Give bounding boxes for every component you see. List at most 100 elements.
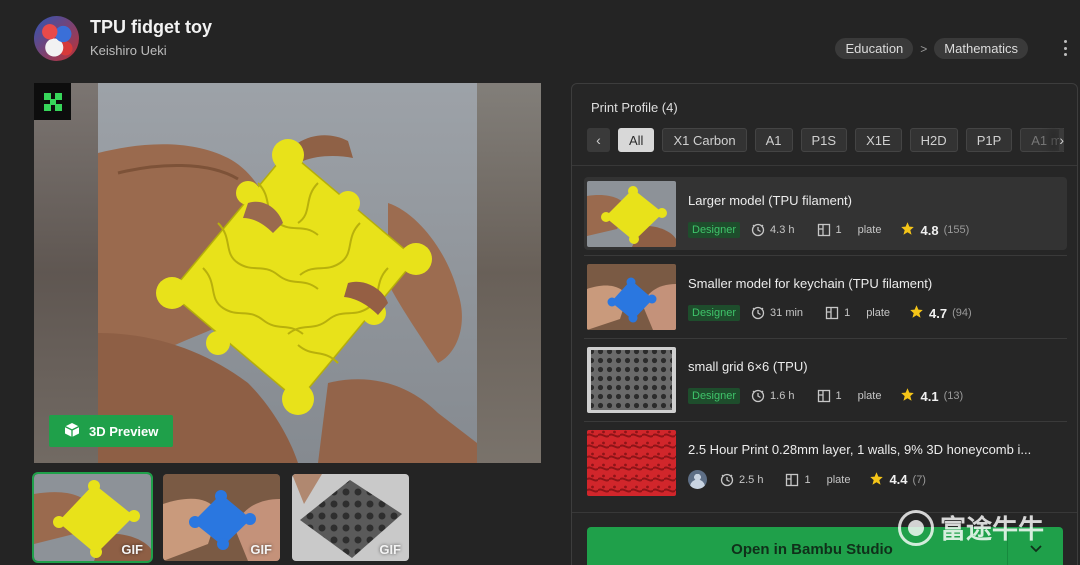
clock-icon bbox=[751, 306, 765, 320]
rating-count: (155) bbox=[943, 224, 970, 236]
breadcrumb-education[interactable]: Education bbox=[835, 38, 914, 59]
profile-row[interactable]: small grid 6×6 (TPU) Designer 1.6 h 1 pl… bbox=[584, 343, 1067, 416]
filter-p1s[interactable]: P1S bbox=[800, 128, 848, 152]
plate-label: plate bbox=[857, 390, 882, 402]
chevron-left-icon[interactable]: ‹ bbox=[587, 128, 610, 152]
gif-badge: GIF bbox=[250, 542, 272, 557]
filter-a1-mini[interactable]: A1 mini bbox=[1020, 128, 1064, 152]
profile-meta: Designer 1.6 h 1 plate 4.1 (13) bbox=[688, 387, 963, 405]
filter-x1-carbon[interactable]: X1 Carbon bbox=[662, 128, 747, 152]
plate-count: 1 bbox=[804, 473, 811, 486]
plate-icon bbox=[825, 306, 839, 320]
profile-row[interactable]: Smaller model for keychain (TPU filament… bbox=[584, 260, 1067, 333]
breadcrumb-separator: > bbox=[920, 41, 928, 56]
printer-filter-bar: ‹ All X1 Carbon A1 P1S X1E H2D P1P A1 mi… bbox=[587, 127, 1064, 153]
breadcrumb-mathematics[interactable]: Mathematics bbox=[934, 38, 1028, 59]
image-viewer[interactable]: 3D Preview bbox=[34, 83, 541, 463]
plate-count: 1 bbox=[835, 224, 842, 236]
breadcrumb: Education > Mathematics bbox=[835, 38, 1028, 59]
profile-name: Smaller model for keychain (TPU filament… bbox=[688, 276, 933, 291]
print-time: 2.5 h bbox=[739, 473, 764, 486]
chevron-down-icon[interactable] bbox=[1008, 545, 1063, 553]
star-icon bbox=[909, 304, 924, 322]
filter-p1p[interactable]: P1P bbox=[965, 128, 1013, 152]
rating: 4.7 (94) bbox=[909, 304, 972, 322]
plate-count: 1 bbox=[844, 307, 851, 319]
designer-badge: Designer bbox=[688, 305, 741, 321]
panel-title: Print Profile (4) bbox=[591, 100, 678, 115]
rating: 4.8 (155) bbox=[900, 221, 969, 239]
star-icon bbox=[900, 221, 915, 239]
watermark: 富途牛牛 bbox=[898, 509, 1044, 546]
uploader-avatar[interactable] bbox=[688, 470, 707, 489]
thumbnail-2[interactable]: GIF bbox=[163, 474, 280, 561]
author-name[interactable]: Keishiro Ueki bbox=[90, 43, 167, 58]
print-profile-panel: Print Profile (4) ‹ All X1 Carbon A1 P1S… bbox=[571, 83, 1078, 565]
profile-row[interactable]: Larger model (TPU filament) Designer 4.3… bbox=[584, 177, 1067, 250]
plate-icon bbox=[817, 389, 831, 403]
profile-thumbnail bbox=[587, 347, 676, 413]
rating-count: (13) bbox=[943, 390, 964, 402]
plate-label: plate bbox=[826, 473, 851, 486]
rating-count: (94) bbox=[952, 307, 972, 319]
star-icon bbox=[869, 471, 884, 489]
rating-value: 4.7 bbox=[929, 305, 948, 321]
profile-separator bbox=[584, 255, 1067, 256]
main-model-photo bbox=[98, 83, 477, 463]
plate-count: 1 bbox=[835, 390, 842, 402]
thumbnail-strip: GIF GIF GIF bbox=[32, 472, 409, 563]
rating: 4.4 (7) bbox=[869, 471, 926, 489]
profile-meta: Designer 31 min 1 plate 4.7 (94) bbox=[688, 304, 972, 322]
model-header: TPU fidget toy Keishiro Ueki Education >… bbox=[0, 0, 1080, 80]
profile-thumbnail bbox=[587, 264, 676, 330]
more-options-icon[interactable] bbox=[1062, 40, 1068, 56]
thumbnail-3[interactable]: GIF bbox=[292, 474, 409, 561]
print-time: 1.6 h bbox=[770, 390, 795, 402]
rating-value: 4.8 bbox=[920, 222, 939, 238]
profile-name: 2.5 Hour Print 0.28mm layer, 1 walls, 9%… bbox=[688, 442, 1032, 457]
clock-icon bbox=[720, 473, 734, 487]
blurred-backdrop-right bbox=[477, 83, 541, 463]
filter-h2d[interactable]: H2D bbox=[909, 128, 958, 152]
3d-preview-button[interactable]: 3D Preview bbox=[49, 415, 174, 447]
panel-divider bbox=[572, 165, 1077, 166]
rating: 4.1 (13) bbox=[900, 387, 963, 405]
watermark-text: 富途牛牛 bbox=[940, 515, 1045, 545]
filter-all[interactable]: All bbox=[618, 128, 655, 152]
star-icon bbox=[900, 387, 915, 405]
plate-label: plate bbox=[857, 224, 882, 236]
model-title: TPU fidget toy bbox=[90, 17, 212, 37]
rating-count: (7) bbox=[912, 473, 926, 486]
3d-preview-label: 3D Preview bbox=[89, 423, 159, 439]
profile-thumbnail bbox=[587, 181, 676, 247]
designer-badge: Designer bbox=[688, 388, 741, 404]
plate-icon bbox=[785, 473, 799, 487]
profile-thumbnail bbox=[587, 430, 676, 496]
designer-badge: Designer bbox=[688, 222, 741, 238]
profile-name: Larger model (TPU filament) bbox=[688, 193, 852, 208]
filter-x1e[interactable]: X1E bbox=[855, 128, 902, 152]
model-avatar[interactable] bbox=[34, 16, 79, 61]
watermark-logo-icon bbox=[898, 509, 934, 546]
profile-meta: 2.5 h 1 plate 4.4 (7) bbox=[688, 470, 926, 489]
clock-icon bbox=[751, 389, 765, 403]
rating-value: 4.4 bbox=[889, 472, 908, 487]
rating-value: 4.1 bbox=[920, 388, 939, 404]
profile-separator bbox=[584, 338, 1067, 339]
print-time: 4.3 h bbox=[770, 224, 795, 236]
thumbnail-1[interactable]: GIF bbox=[32, 472, 153, 563]
profile-meta: Designer 4.3 h 1 plate 4.8 (155) bbox=[688, 221, 969, 239]
plate-icon bbox=[817, 223, 831, 237]
gif-badge: GIF bbox=[379, 542, 401, 557]
gif-badge: GIF bbox=[121, 542, 143, 557]
makerworld-logo-icon bbox=[34, 83, 71, 120]
profile-separator bbox=[584, 421, 1067, 422]
cube-icon bbox=[64, 422, 80, 441]
profile-row[interactable]: 2.5 Hour Print 0.28mm layer, 1 walls, 9%… bbox=[584, 426, 1067, 499]
plate-label: plate bbox=[866, 307, 891, 319]
profile-name: small grid 6×6 (TPU) bbox=[688, 359, 808, 374]
filter-a1[interactable]: A1 bbox=[754, 128, 793, 152]
clock-icon bbox=[751, 223, 765, 237]
print-time: 31 min bbox=[770, 307, 804, 319]
chevron-right-icon[interactable]: › bbox=[1059, 128, 1064, 152]
